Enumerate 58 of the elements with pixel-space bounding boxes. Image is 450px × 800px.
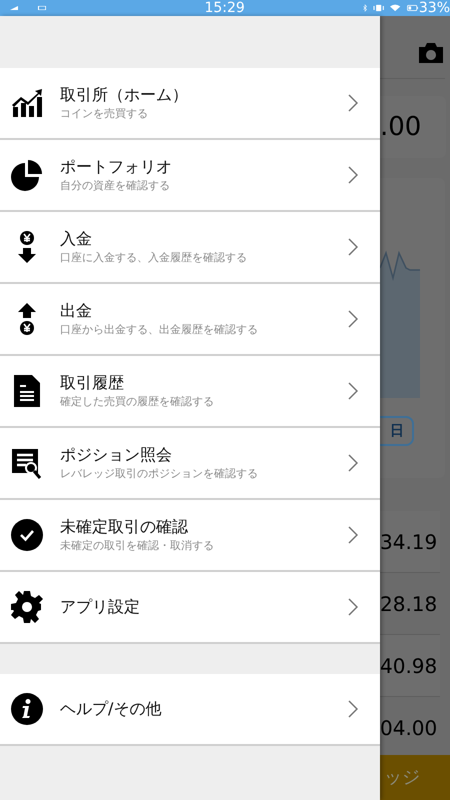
menu-item[interactable]: 未確定取引の確認 未確定の取引を確認・取消する: [0, 500, 380, 572]
trend-chart-icon: [11, 89, 43, 117]
menu-title: アプリ設定: [60, 596, 141, 618]
menu-title: 取引所（ホーム）: [60, 84, 189, 106]
menu-title: 入金: [60, 228, 93, 250]
menu-item[interactable]: アプリ設定: [0, 572, 380, 644]
chevron-right-icon: [348, 700, 358, 718]
camera-icon[interactable]: [419, 43, 443, 63]
battery-icon: [406, 2, 418, 14]
bluetooth-icon: [362, 2, 367, 14]
menu-subtitle: 未確定の取引を確認・取消する: [60, 538, 215, 554]
yen-down-arrow-icon: [17, 230, 37, 264]
menu-subtitle: 自分の資産を確認する: [60, 178, 171, 194]
settings-icon: [11, 591, 43, 623]
pie-chart-icon: [11, 159, 43, 191]
menu-subtitle: 口座に入金する、入金履歴を確認する: [60, 250, 248, 266]
menu-item[interactable]: 入金 口座に入金する、入金履歴を確認する: [0, 212, 380, 284]
menu-title: ポートフォリオ: [60, 156, 173, 178]
document-icon: [14, 375, 40, 407]
amount-text: 40.98: [380, 656, 438, 676]
chevron-right-icon: [348, 526, 358, 544]
menu-title: ヘルプ/その他: [60, 698, 162, 720]
menu-title: 未確定取引の確認: [60, 516, 189, 538]
check-circle-icon: [11, 519, 43, 551]
amount-text: 28.18: [380, 594, 438, 614]
image-icon: [38, 4, 46, 12]
menu-title: 取引履歴: [60, 372, 125, 394]
battery-percent: 33%: [418, 1, 450, 15]
info-icon: [11, 693, 43, 725]
clock: 15:29: [204, 1, 245, 15]
menu-subtitle: 口座から出金する、出金履歴を確認する: [60, 322, 259, 338]
price-value: .00: [380, 114, 422, 140]
menu-subtitle: レバレッジ取引のポジションを確認する: [60, 466, 259, 482]
chevron-right-icon: [348, 310, 358, 328]
chevron-right-icon: [348, 94, 358, 112]
amount-text: 04.00: [380, 718, 438, 738]
chevron-right-icon: [348, 382, 358, 400]
chevron-right-icon: [348, 598, 358, 616]
amount-text: 34.19: [380, 532, 438, 552]
menu-item[interactable]: 取引所（ホーム） コインを売買する: [0, 68, 380, 140]
menu-item[interactable]: ヘルプ/その他: [0, 674, 380, 746]
menu-item[interactable]: 出金 口座から出金する、出金履歴を確認する: [0, 284, 380, 356]
vibrate-icon: [372, 2, 384, 14]
menu-subtitle: 確定した売買の履歴を確認する: [60, 394, 215, 410]
chevron-right-icon: [348, 238, 358, 256]
menu-item[interactable]: 取引履歴 確定した売買の履歴を確認する: [0, 356, 380, 428]
menu-title: ポジション照会: [60, 444, 173, 466]
chevron-right-icon: [348, 166, 358, 184]
signal-icon: [10, 4, 18, 12]
list-magnifier-icon: [12, 447, 42, 479]
chevron-right-icon: [348, 454, 358, 472]
footer-label: ッジ: [384, 766, 420, 790]
menu-item[interactable]: ポジション照会 レバレッジ取引のポジションを確認する: [0, 428, 380, 500]
menu-title: 出金: [60, 300, 93, 322]
menu-subtitle: コインを売買する: [60, 106, 149, 122]
menu-item[interactable]: ポートフォリオ 自分の資産を確認する: [0, 140, 380, 212]
wifi-icon: [390, 2, 401, 14]
yen-up-arrow-icon: [17, 302, 37, 336]
